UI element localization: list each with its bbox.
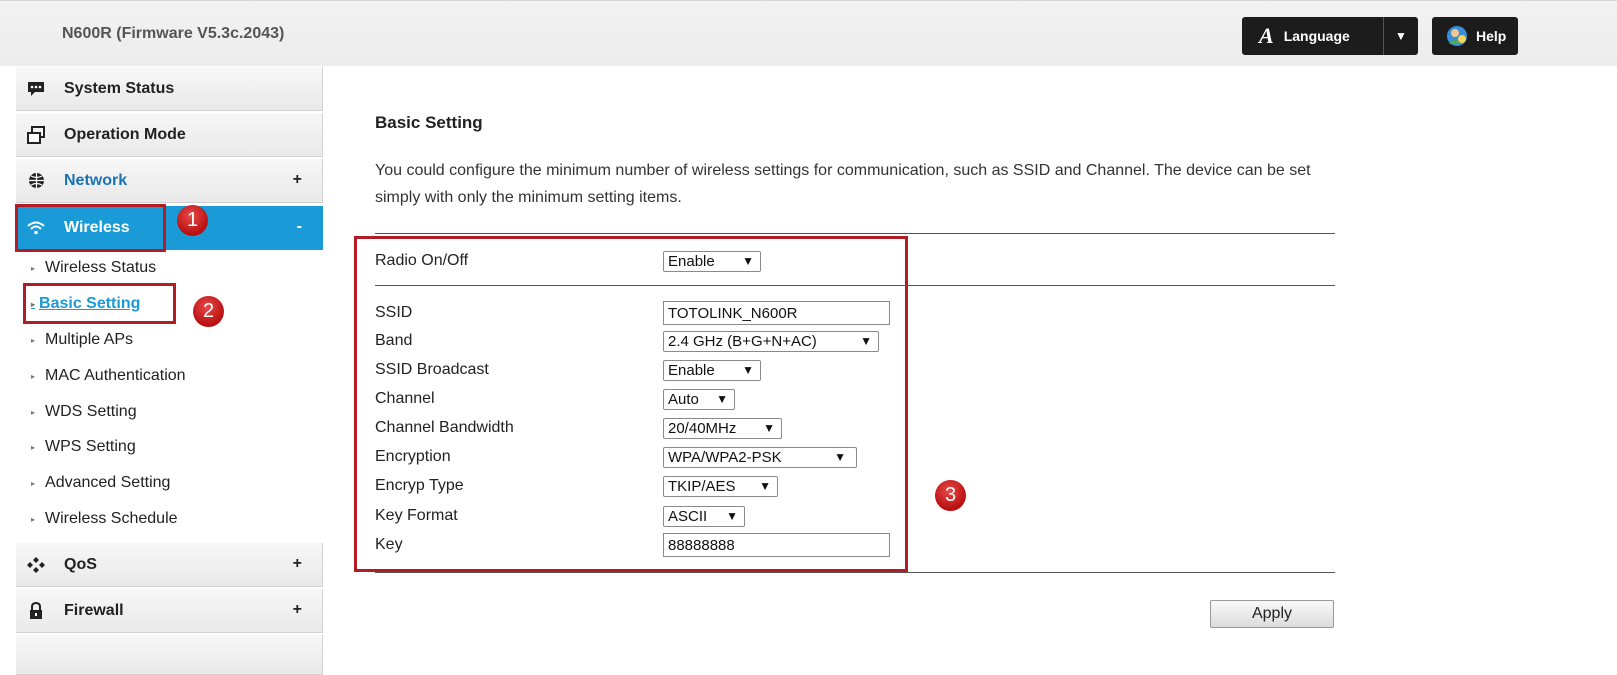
- sidebar-sub-multiple-aps[interactable]: ▸ Multiple APs: [16, 323, 133, 357]
- channel-label: Channel: [375, 390, 435, 407]
- bullet-icon: ▸: [31, 514, 36, 524]
- page-description: You could configure the minimum number o…: [375, 162, 1311, 206]
- annotation-badge-1: 1: [177, 205, 208, 236]
- page-title: Basic Setting: [375, 113, 483, 132]
- chevron-down-icon: ▼: [834, 449, 846, 464]
- lock-icon: [26, 601, 46, 620]
- collapse-icon[interactable]: -: [297, 218, 302, 236]
- channel-select[interactable]: Auto ▼: [663, 388, 735, 410]
- key-format-row: Key Format ASCII ▼: [375, 502, 745, 530]
- divider: [375, 233, 1335, 234]
- band-row: Band 2.4 GHz (B+G+N+AC) ▼: [375, 327, 879, 355]
- encryption-label: Encryption: [375, 448, 451, 465]
- help-person-icon: [1446, 25, 1468, 47]
- chevron-down-icon: ▼: [726, 508, 738, 523]
- chevron-down-icon: ▼: [742, 253, 754, 268]
- chevron-down-icon: ▼: [742, 362, 754, 377]
- chevron-down-icon: ▼: [763, 420, 775, 435]
- sidebar-sub-mac-authentication[interactable]: ▸ MAC Authentication: [16, 359, 186, 393]
- sidebar-item-label: Operation Mode: [64, 125, 186, 143]
- sidebar-sub-wps-setting[interactable]: ▸ WPS Setting: [16, 430, 136, 464]
- encryp-type-select[interactable]: TKIP/AES ▼: [663, 475, 778, 497]
- bullet-icon: ▸: [31, 263, 36, 273]
- ssid-label: SSID: [375, 304, 413, 321]
- band-label: Band: [375, 332, 413, 349]
- diamonds-icon: [26, 556, 46, 574]
- sidebar-sub-advanced-setting[interactable]: ▸ Advanced Setting: [16, 466, 170, 500]
- ssid-input[interactable]: TOTOLINK_N600R: [663, 301, 890, 325]
- divider: [375, 572, 1335, 573]
- sidebar-sub-wds-setting[interactable]: ▸ WDS Setting: [16, 395, 137, 429]
- key-row: Key 88888888: [375, 531, 890, 559]
- annotation-badge-2: 2: [193, 296, 224, 327]
- sidebar-item-firewall[interactable]: Firewall +: [16, 589, 323, 633]
- chat-icon: [26, 81, 46, 97]
- expand-icon[interactable]: +: [293, 555, 302, 573]
- bullet-icon: ▸: [31, 407, 36, 417]
- windows-icon: [26, 125, 46, 144]
- key-format-label: Key Format: [375, 507, 458, 524]
- device-title: N600R (Firmware V5.3c.2043): [62, 25, 285, 42]
- annotation-box-basic-setting: [23, 283, 176, 324]
- bullet-icon: ▸: [31, 371, 36, 381]
- sidebar-sub-wireless-status[interactable]: ▸ Wireless Status: [16, 251, 156, 285]
- radio-label: Radio On/Off: [375, 252, 469, 269]
- sidebar-item-partial[interactable]: [16, 635, 323, 675]
- bullet-icon: ▸: [31, 478, 36, 488]
- chevron-down-icon: ▼: [759, 478, 771, 493]
- sidebar-item-label: Firewall: [64, 601, 124, 619]
- divider: [375, 285, 1335, 286]
- key-input[interactable]: 88888888: [663, 533, 890, 557]
- broadcast-label: SSID Broadcast: [375, 361, 489, 378]
- key-format-select[interactable]: ASCII ▼: [663, 505, 745, 527]
- band-select[interactable]: 2.4 GHz (B+G+N+AC) ▼: [663, 330, 879, 352]
- chevron-down-icon: ▼: [860, 333, 872, 348]
- sidebar-sub-wireless-schedule[interactable]: ▸ Wireless Schedule: [16, 502, 178, 536]
- language-icon: A: [1259, 23, 1274, 48]
- encryp-type-row: Encryp Type TKIP/AES ▼: [375, 472, 778, 500]
- top-header: N600R (Firmware V5.3c.2043) A Language ▼…: [0, 0, 1617, 66]
- annotation-box-wireless: [15, 204, 166, 252]
- key-label: Key: [375, 536, 403, 553]
- sidebar-item-operation-mode[interactable]: Operation Mode: [16, 113, 323, 157]
- language-button[interactable]: A Language ▼: [1242, 17, 1418, 55]
- bandwidth-row: Channel Bandwidth 20/40MHz ▼: [375, 414, 782, 442]
- help-button[interactable]: Help: [1432, 17, 1518, 55]
- bullet-icon: ▸: [31, 335, 36, 345]
- bandwidth-select[interactable]: 20/40MHz ▼: [663, 417, 782, 439]
- apply-button[interactable]: Apply: [1210, 600, 1334, 628]
- encryption-select[interactable]: WPA/WPA2-PSK ▼: [663, 446, 857, 468]
- expand-icon[interactable]: +: [293, 601, 302, 619]
- channel-row: Channel Auto ▼: [375, 385, 735, 413]
- sub-item-label: Wireless Status: [45, 259, 157, 276]
- sidebar-item-label: Network: [64, 171, 128, 189]
- globe-icon: [26, 172, 46, 189]
- ssid-row: SSID TOTOLINK_N600R: [375, 299, 890, 327]
- sidebar-item-label: System Status: [64, 79, 175, 97]
- radio-select[interactable]: Enable ▼: [663, 250, 761, 272]
- encryption-row: Encryption WPA/WPA2-PSK ▼: [375, 443, 857, 471]
- help-label: Help: [1476, 28, 1507, 44]
- sidebar-item-system-status[interactable]: System Status: [16, 67, 323, 111]
- chevron-down-icon[interactable]: ▼: [1383, 17, 1418, 55]
- sub-item-label: Wireless Schedule: [45, 510, 178, 527]
- sub-item-label: Advanced Setting: [45, 474, 171, 491]
- annotation-badge-3: 3: [935, 480, 966, 511]
- sub-item-label: MAC Authentication: [45, 367, 186, 384]
- bullet-icon: ▸: [31, 442, 36, 452]
- sub-item-label: WDS Setting: [45, 403, 137, 420]
- sub-item-label: Multiple APs: [45, 331, 134, 348]
- broadcast-select[interactable]: Enable ▼: [663, 359, 761, 381]
- broadcast-row: SSID Broadcast Enable ▼: [375, 356, 761, 384]
- sub-item-label: WPS Setting: [45, 438, 136, 455]
- encryp-type-label: Encryp Type: [375, 477, 464, 494]
- expand-icon[interactable]: +: [293, 171, 302, 189]
- radio-row: Radio On/Off Enable ▼: [375, 247, 761, 275]
- chevron-down-icon: ▼: [716, 391, 728, 406]
- sidebar-item-qos[interactable]: QoS +: [16, 543, 323, 587]
- sidebar-item-label: QoS: [64, 555, 97, 573]
- sidebar-item-network[interactable]: Network +: [16, 159, 323, 203]
- bandwidth-label: Channel Bandwidth: [375, 419, 514, 436]
- language-label: Language: [1283, 28, 1350, 44]
